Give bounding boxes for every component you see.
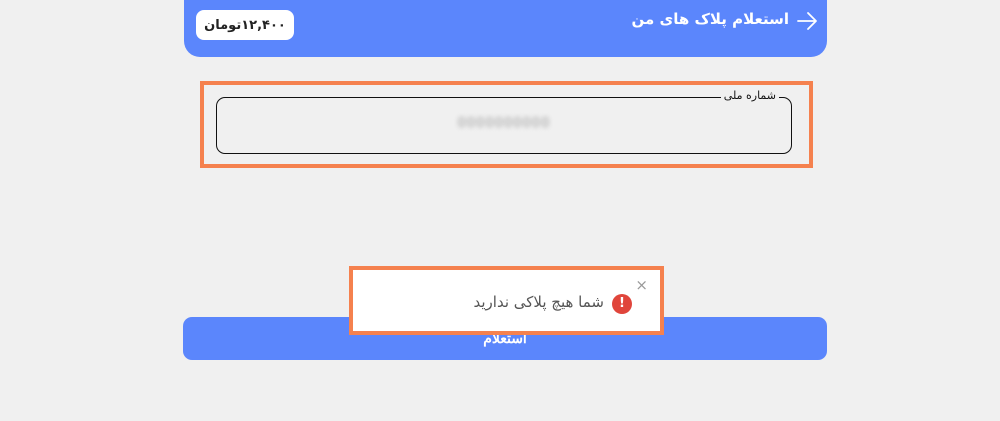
close-icon[interactable]: × [635,278,648,293]
error-toast: × ! شما هیچ پلاکی ندارید [349,266,664,335]
national-id-label: شماره ملی [720,89,779,102]
toast-message: شما هیچ پلاکی ندارید [473,293,604,311]
price-badge: ۱۲,۴۰۰تومان [196,10,294,40]
top-bar: استعلام پلاک های من ۱۲,۴۰۰تومان [184,0,827,57]
national-id-value: 0000000000 [457,116,551,131]
error-icon: ! [612,294,632,314]
arrow-right-icon[interactable] [795,9,819,33]
national-id-field[interactable]: شماره ملی 0000000000 [216,89,792,154]
page-title: استعلام پلاک های من [631,10,789,28]
